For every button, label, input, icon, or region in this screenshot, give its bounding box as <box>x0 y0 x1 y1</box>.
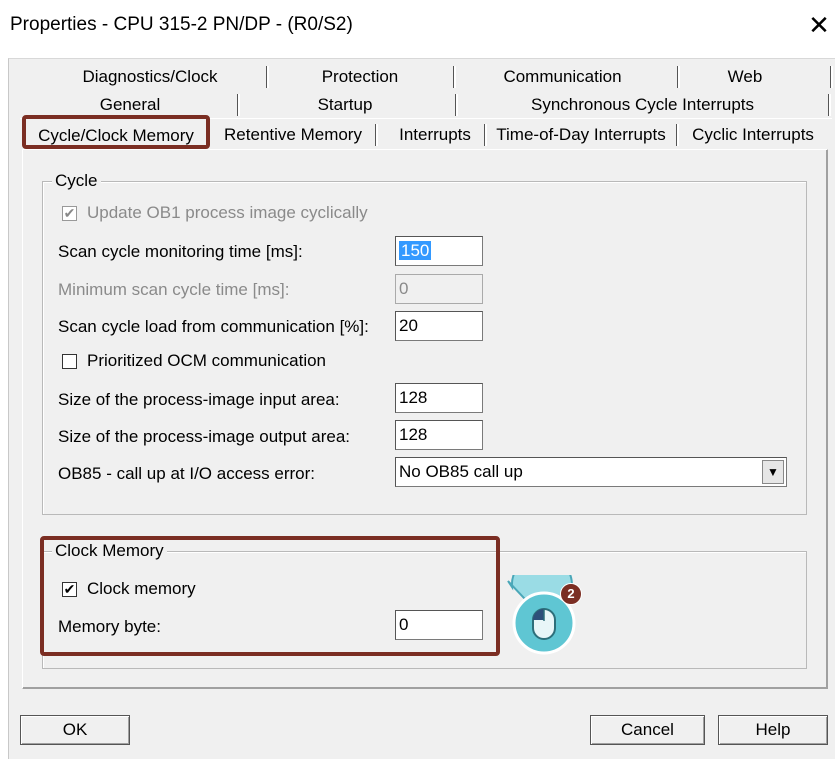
scan-monitoring-value: 150 <box>399 241 432 260</box>
tab-synchronous-cycle-interrupts[interactable]: Synchronous Cycle Interrupts <box>520 92 765 118</box>
tab-protection[interactable]: Protection <box>300 64 420 90</box>
prioritized-ocm-label: Prioritized OCM communication <box>87 351 327 370</box>
chevron-down-icon[interactable]: ▼ <box>762 460 784 484</box>
tab-separator <box>830 66 833 88</box>
tab-retentive-memory[interactable]: Retentive Memory <box>218 122 368 148</box>
tab-time-of-day-interrupts[interactable]: Time-of-Day Interrupts <box>490 122 672 148</box>
tab-separator <box>676 124 679 146</box>
tab-separator <box>375 124 378 146</box>
tab-separator <box>455 94 458 116</box>
step-number-badge: 2 <box>560 583 582 605</box>
tab-separator <box>266 66 269 88</box>
scan-monitoring-input[interactable]: 150 <box>395 236 483 266</box>
ob85-label: OB85 - call up at I/O access error: <box>58 464 315 483</box>
clock-memory-highlight <box>40 536 500 656</box>
pi-output-input[interactable]: 128 <box>395 420 483 450</box>
ok-button[interactable]: OK <box>20 715 130 745</box>
tab-web[interactable]: Web <box>700 64 790 90</box>
tab-interrupts[interactable]: Interrupts <box>390 122 480 148</box>
tab-separator <box>237 94 240 116</box>
tab-cyclic-interrupts[interactable]: Cyclic Interrupts <box>682 122 824 148</box>
min-scan-input[interactable]: 0 <box>395 274 483 304</box>
scan-load-input[interactable]: 20 <box>395 311 483 341</box>
prioritized-ocm-checkbox[interactable] <box>62 354 77 369</box>
tab-separator <box>484 124 487 146</box>
tab-separator <box>677 66 680 88</box>
tab-startup[interactable]: Startup <box>290 92 400 118</box>
ob85-select[interactable]: No OB85 call up ▼ <box>395 457 787 487</box>
update-ob1-label: Update OB1 process image cyclically <box>87 203 368 222</box>
cancel-button[interactable]: Cancel <box>590 715 705 745</box>
update-ob1-checkbox[interactable]: ✔ <box>62 206 77 221</box>
help-button[interactable]: Help <box>718 715 828 745</box>
tab-cycle-clock-memory[interactable]: Cycle/Clock Memory <box>22 115 210 149</box>
pi-input-label: Size of the process-image input area: <box>58 390 340 409</box>
pi-input-input[interactable]: 128 <box>395 383 483 413</box>
tab-communication[interactable]: Communication <box>490 64 635 90</box>
pi-output-label: Size of the process-image output area: <box>58 427 350 446</box>
scan-load-label: Scan cycle load from communication [%]: <box>58 317 369 336</box>
tab-diagnostics-clock[interactable]: Diagnostics/Clock <box>60 64 240 90</box>
ob85-selected-value: No OB85 call up <box>399 462 523 481</box>
scan-monitoring-label: Scan cycle monitoring time [ms]: <box>58 242 303 261</box>
window-title: Properties - CPU 315-2 PN/DP - (R0/S2) <box>10 14 353 35</box>
min-scan-label: Minimum scan cycle time [ms]: <box>58 280 290 299</box>
close-icon[interactable]: ✕ <box>806 8 832 42</box>
cycle-group-label: Cycle <box>52 171 101 191</box>
tab-separator <box>828 94 831 116</box>
tab-separator <box>453 66 456 88</box>
